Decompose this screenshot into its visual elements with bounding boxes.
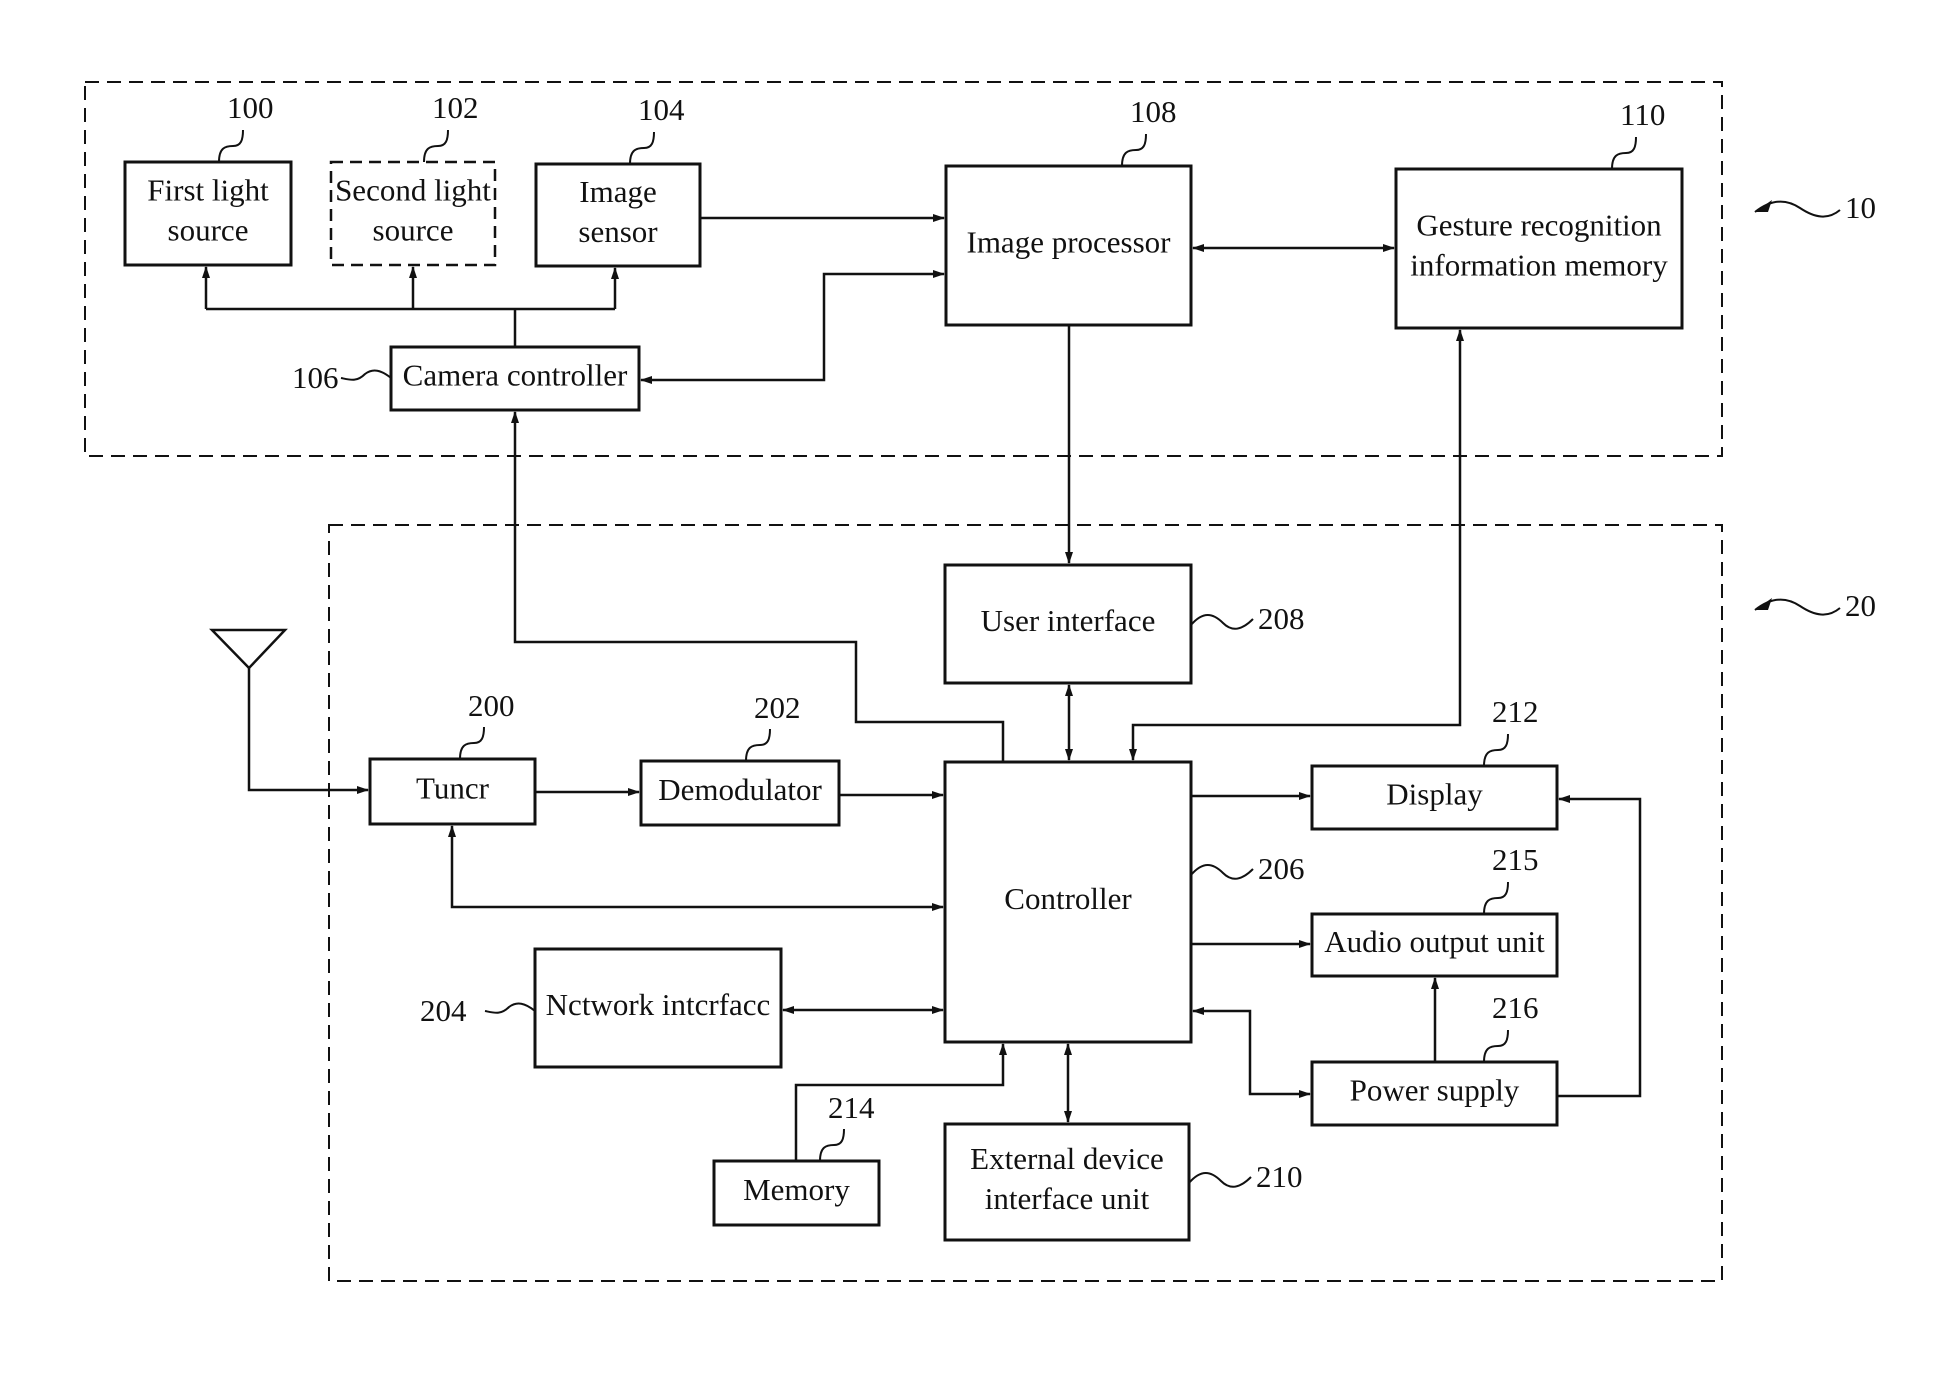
wire-gesture-controller (1129, 329, 1464, 761)
antenna-icon (209, 628, 288, 670)
display-label-line: Display (1386, 777, 1483, 812)
image-processor-label-line: Image processor (967, 225, 1172, 260)
first-light-ref-leader (218, 129, 244, 163)
wire-bus-camera (206, 307, 615, 347)
audio-output-ref-leader (1483, 881, 1509, 915)
wire-power-controller (1192, 1007, 1311, 1098)
tuner-block: Tuncr 200 (368, 688, 537, 826)
first-light-label-line: First light (147, 173, 269, 208)
second-light-ref-number: 102 (432, 90, 479, 125)
tuner-label-line: Tuncr (416, 771, 490, 806)
first-light-label-line: source (168, 213, 249, 248)
gesture-memory-label-line: Gesture recognition (1416, 208, 1662, 243)
external-device-ref-leader (1188, 1172, 1252, 1188)
memory-ref-number: 214 (828, 1090, 875, 1125)
first-light-ref-number: 100 (227, 90, 274, 125)
image-sensor-label-line: Image (579, 174, 656, 209)
user-interface-ref-number: 208 (1258, 601, 1305, 636)
display-ref-number: 212 (1492, 694, 1539, 729)
gesture-memory-ref-number: 110 (1620, 97, 1665, 132)
camera-controller-ref-number: 106 (292, 360, 339, 395)
power-supply-ref-number: 216 (1492, 990, 1539, 1025)
second-light-ref-leader (423, 129, 449, 163)
audio-output-ref-number: 215 (1492, 842, 1539, 877)
group-ref-20: 20 (1754, 588, 1876, 623)
demodulator-ref-leader (745, 728, 771, 762)
demodulator-label-line: Demodulator (658, 772, 822, 807)
network-interface-ref-number: 204 (420, 993, 467, 1028)
user-interface-label-line: User interface (981, 603, 1156, 638)
power-supply-label-line: Power supply (1350, 1073, 1520, 1108)
controller-block: Controller 206 (943, 760, 1305, 1044)
user-interface-ref-leader (1190, 614, 1254, 630)
tuner-ref-leader (459, 726, 485, 760)
wire-controller-tuner (448, 825, 944, 911)
external-device-label-line: External device (970, 1141, 1164, 1176)
svg-text:10: 10 (1845, 190, 1876, 225)
tuner-ref-number: 200 (468, 688, 515, 723)
network-interface-label-line: Nctwork intcrfacc (546, 987, 771, 1022)
network-interface-block: Nctwork intcrfacc 204 (420, 947, 783, 1069)
camera-controller-ref-leader (340, 369, 392, 381)
image-processor-ref-leader (1121, 133, 1147, 167)
second-light-label-line: source (373, 213, 454, 248)
image-sensor-block: Image sensor 104 (534, 92, 702, 268)
user-interface-block: User interface 208 (943, 563, 1305, 685)
external-device-block: External device interface unit 210 (943, 1122, 1303, 1242)
display-ref-leader (1483, 733, 1509, 767)
power-supply-ref-leader (1483, 1029, 1509, 1063)
memory-label-line: Memory (743, 1172, 850, 1207)
camera-controller-label-line: Camera controller (403, 358, 628, 393)
image-processor-ref-number: 108 (1130, 94, 1177, 129)
controller-ref-leader (1190, 864, 1254, 880)
display-block: Display 212 (1310, 694, 1559, 831)
demodulator-block: Demodulator 202 (639, 690, 841, 827)
network-interface-ref-leader (484, 1002, 536, 1014)
gesture-memory-label-line: information memory (1410, 248, 1668, 283)
demodulator-ref-number: 202 (754, 690, 801, 725)
image-processor-block: Image processor 108 (944, 94, 1193, 327)
first-light-block: First light source 100 (123, 90, 293, 267)
second-light-label-line: Second light (335, 173, 491, 208)
image-sensor-ref-leader (629, 131, 655, 165)
controller-ref-number: 206 (1258, 851, 1305, 886)
external-device-ref-number: 210 (1256, 1159, 1303, 1194)
external-device-label-line: interface unit (985, 1181, 1150, 1216)
memory-ref-leader (819, 1128, 845, 1162)
block-diagram: 10 20 First lightsource100Second lightso… (84, 81, 1876, 1282)
wire-power-display (1557, 795, 1642, 1098)
gesture-memory-block: Gesture recognition information memory 110 (1394, 97, 1684, 330)
audio-output-block: Audio output unit 215 (1310, 842, 1559, 978)
image-sensor-label-line: sensor (578, 214, 658, 249)
second-light-block: Second light source 102 (329, 90, 497, 267)
wire-antenna-tuner (247, 668, 369, 794)
gesture-memory-ref-leader (1611, 136, 1637, 170)
controller-label-line: Controller (1004, 881, 1132, 916)
audio-output-label-line: Audio output unit (1324, 924, 1545, 959)
svg-text:20: 20 (1845, 588, 1876, 623)
camera-controller-block: Camera controller 106 (292, 345, 641, 412)
wire-camctrl-processor (640, 270, 945, 384)
image-sensor-ref-number: 104 (638, 92, 685, 127)
group-ref-10: 10 (1754, 190, 1876, 225)
